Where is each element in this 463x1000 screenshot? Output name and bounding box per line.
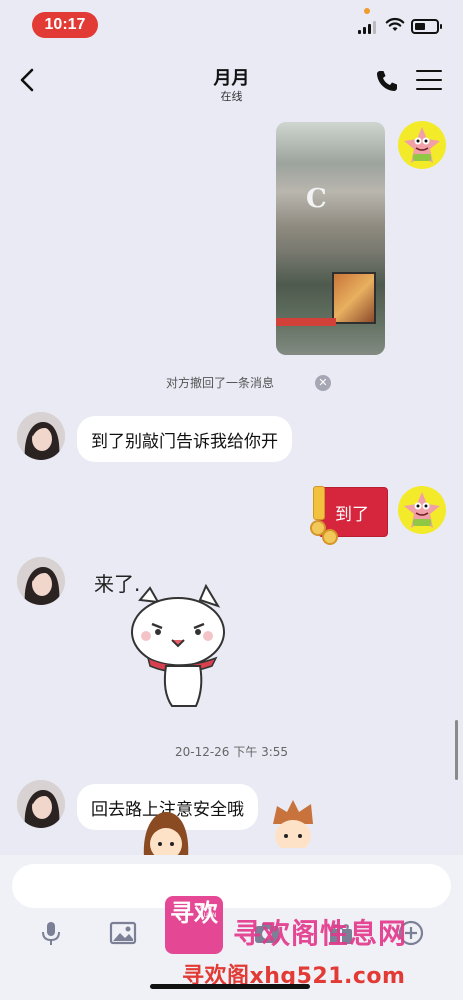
- message-timestamp: 20-12-26 下午 3:55: [174, 745, 289, 759]
- message-input[interactable]: [12, 864, 451, 908]
- cat-sticker-message[interactable]: 来了.: [88, 562, 228, 712]
- recalled-message-notice: 对方撤回了一条消息: [166, 376, 275, 390]
- image-message[interactable]: C: [276, 122, 385, 355]
- text-message-bubble[interactable]: 到了别敲门告诉我给你开: [77, 416, 292, 462]
- microphone-icon: [42, 922, 60, 945]
- image-icon: [109, 921, 137, 945]
- contact-avatar[interactable]: [17, 780, 65, 828]
- image-red-banner: [276, 318, 336, 326]
- red-packet-label: 到了: [335, 505, 369, 525]
- chat-header: 月月 在线: [0, 52, 463, 110]
- self-avatar[interactable]: [398, 486, 446, 534]
- girl-avatar-icon: [17, 557, 65, 605]
- photo-button[interactable]: [108, 918, 138, 948]
- menu-line: [416, 88, 442, 90]
- cellular-signal-icon: [358, 20, 378, 34]
- home-indicator[interactable]: [150, 984, 310, 989]
- red-packet-flap: [313, 486, 325, 520]
- status-time[interactable]: 10:17: [32, 12, 98, 38]
- scroll-indicator[interactable]: [455, 720, 458, 780]
- menu-button[interactable]: [416, 70, 442, 92]
- image-shop-window: [332, 272, 376, 324]
- voice-button[interactable]: [36, 918, 66, 948]
- wifi-icon: [385, 17, 405, 31]
- watermark-logo: 寻欢 XUN HUAN: [165, 896, 223, 954]
- cat-sticker-icon: [131, 583, 225, 707]
- privacy-indicator-dot: [364, 8, 370, 14]
- phone-call-button[interactable]: [374, 68, 400, 94]
- contact-avatar[interactable]: [17, 557, 65, 605]
- status-bar: 10:17: [0, 0, 463, 52]
- girl-avatar-icon: [17, 412, 65, 460]
- watermark-site-name: 寻欢阁性息网: [233, 917, 408, 950]
- self-avatar[interactable]: [398, 121, 446, 169]
- girl-avatar-icon: [17, 780, 65, 828]
- watermark-logo-subtext: XUN HUAN: [199, 904, 217, 919]
- patrick-avatar-icon: [404, 492, 440, 528]
- cartoon-girl-icon: [143, 812, 189, 858]
- cartoon-boy-icon: [273, 800, 313, 848]
- contact-avatar[interactable]: [17, 412, 65, 460]
- patrick-avatar-icon: [404, 127, 440, 163]
- menu-line: [416, 79, 442, 81]
- image-sign-text: C: [306, 184, 327, 214]
- dismiss-notice-button[interactable]: ✕: [315, 375, 331, 391]
- menu-line: [416, 70, 442, 72]
- battery-icon: [411, 19, 442, 34]
- coin-icon: [322, 529, 338, 545]
